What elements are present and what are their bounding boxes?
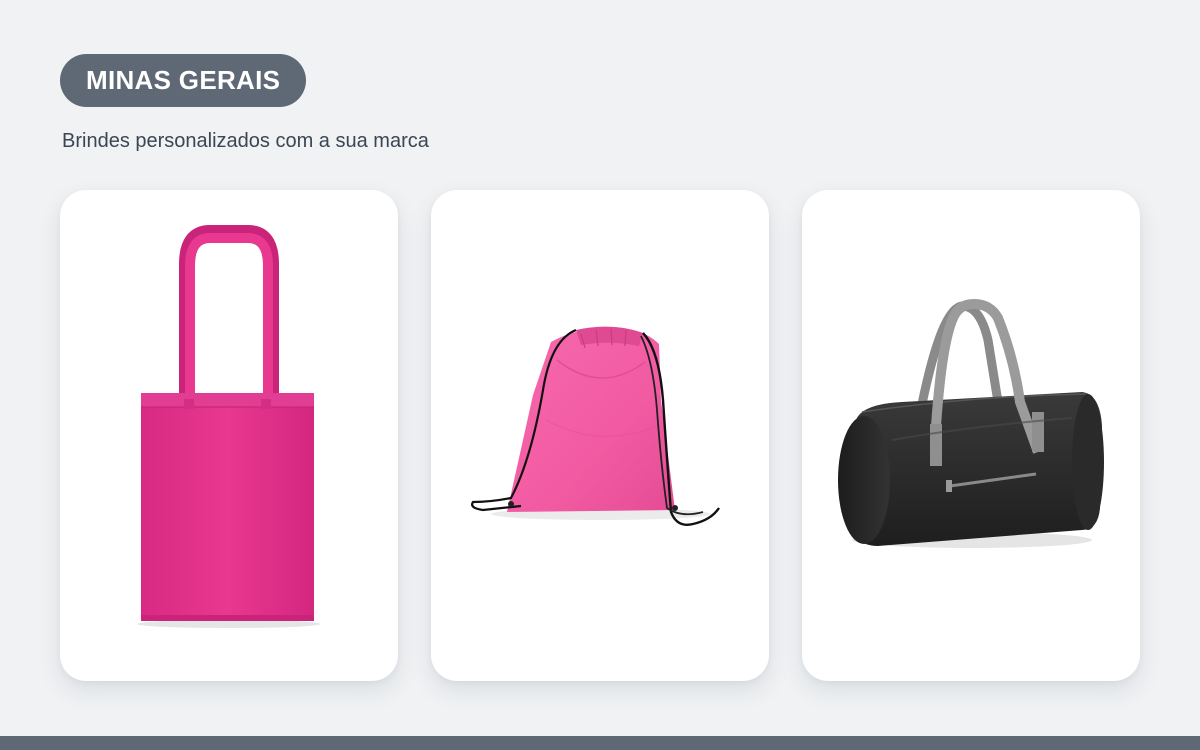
tote-bag-icon (137, 225, 321, 628)
drawstring-backpack-icon (471, 326, 720, 526)
product-card-drawstring-backpack[interactable] (431, 190, 769, 681)
region-badge: MINAS GERAIS (60, 54, 307, 107)
duffel-bag-icon (838, 298, 1104, 548)
region-badge-label: MINAS GERAIS (86, 65, 281, 95)
footer-bar (0, 736, 1200, 750)
product-card-duffel-bag[interactable] (802, 190, 1140, 681)
product-card-tote-bag[interactable] (60, 190, 398, 681)
page-subtitle: Brindes personalizados com a sua marca (62, 130, 429, 152)
